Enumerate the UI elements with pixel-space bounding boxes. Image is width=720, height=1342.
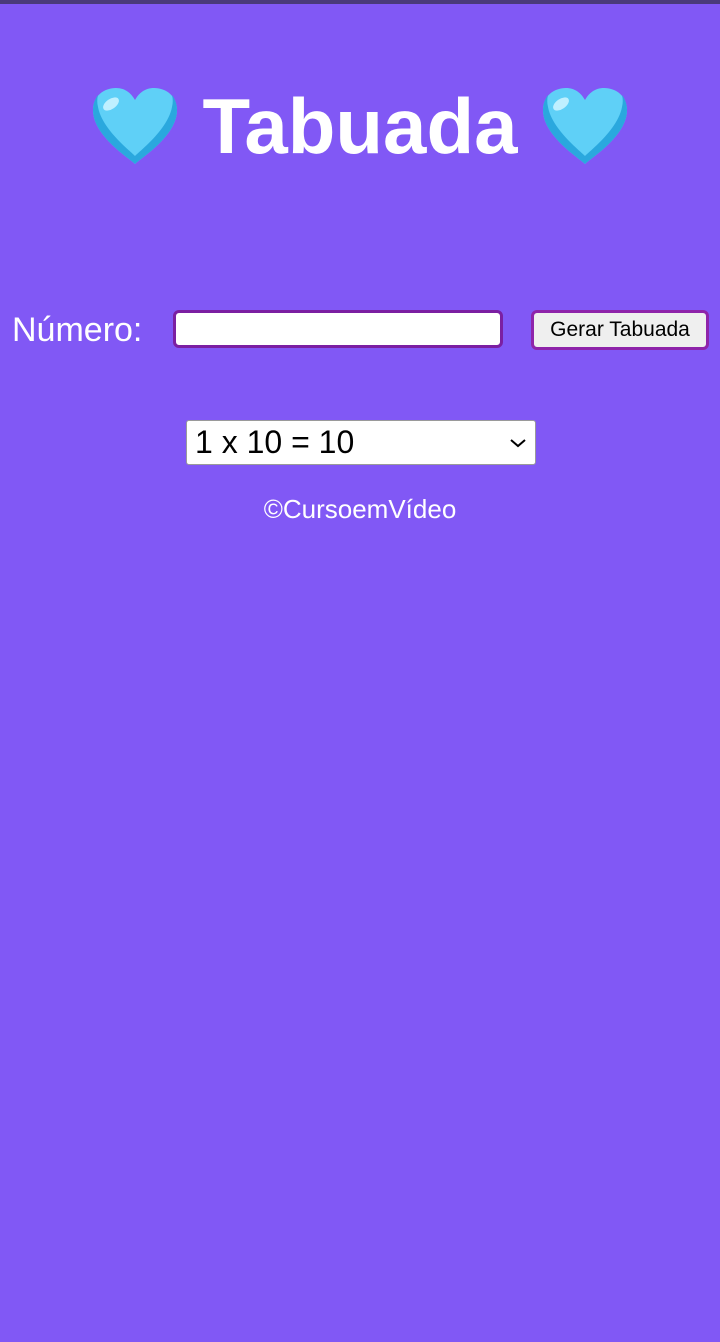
numero-input[interactable] [173, 310, 503, 348]
footer-credit: ©CursoemVídeo [263, 494, 457, 524]
selected-option: 1 x 10 = 10 [195, 424, 355, 460]
header: Tabuada [0, 78, 720, 174]
light-blue-heart-icon [543, 88, 628, 164]
gerar-tabuada-button[interactable]: Gerar Tabuada [531, 310, 709, 350]
tabuada-select[interactable]: 1 x 10 = 10 [186, 420, 536, 465]
status-bar-edge [0, 0, 720, 4]
chevron-down-icon [510, 438, 526, 447]
numero-label: Número: [12, 311, 143, 349]
light-blue-heart-icon [92, 88, 177, 164]
page-title: Tabuada [202, 82, 518, 170]
